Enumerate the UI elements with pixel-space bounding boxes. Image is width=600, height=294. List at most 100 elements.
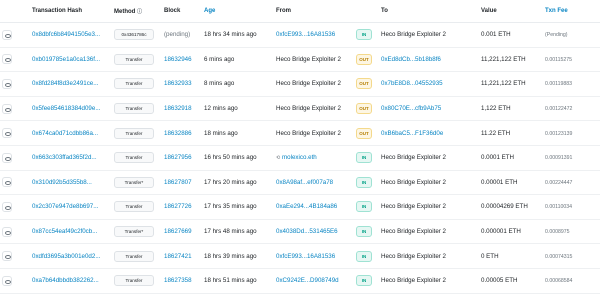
block-number[interactable]: 18627669 <box>164 219 204 245</box>
view-details-cell[interactable] <box>0 120 32 146</box>
table-row: 0xdfd3695a3b001e0d2... Transfer 18627421 18… <box>0 243 600 269</box>
direction-badge: IN <box>356 275 372 287</box>
view-details-cell[interactable] <box>0 47 32 73</box>
tx-hash[interactable]: 0xa7b64dbbdb382262... <box>32 268 114 294</box>
txn-fee: 0.00110034 <box>545 194 600 220</box>
to-address: Heco Bridge Exploiter 2 <box>381 22 481 48</box>
view-details-cell[interactable] <box>0 145 32 171</box>
txn-fee: 0.00123139 <box>545 120 600 146</box>
tx-hash[interactable]: 0x2c307e947de8b697... <box>32 194 114 220</box>
column-header-method[interactable]: Method ⓘ <box>114 0 164 23</box>
tx-hash[interactable]: 0x8dbfc6b84941505e3... <box>32 22 114 48</box>
method-cell: Transfer* <box>114 170 164 196</box>
from-address[interactable]: ⟲ molexico.eth <box>276 145 356 171</box>
from-address[interactable]: 0xfcE993...16A81536 <box>276 22 356 48</box>
view-details-cell[interactable] <box>0 194 32 220</box>
column-header-block[interactable]: Block <box>164 0 204 23</box>
block-number[interactable]: 18632918 <box>164 96 204 122</box>
tx-hash[interactable]: 0xdfd3695a3b001e0d2... <box>32 243 114 269</box>
view-details-cell[interactable] <box>0 268 32 294</box>
from-address[interactable]: 0x8A98af...ef007a78 <box>276 170 356 196</box>
to-address[interactable]: 0x7bE8D8...04552935 <box>381 71 481 97</box>
txn-fee: 0.00122472 <box>545 96 600 122</box>
value: 0.00004269 ETH <box>481 194 545 220</box>
view-details-cell[interactable] <box>0 96 32 122</box>
from-address[interactable]: 0xaEe294...4B184a86 <box>276 194 356 220</box>
eye-icon[interactable] <box>2 29 12 40</box>
column-header-hash[interactable]: Transaction Hash <box>32 0 114 23</box>
column-header-fee[interactable]: Txn Fee <box>545 0 600 23</box>
to-address[interactable]: 0x80C70E...cfb9Ab75 <box>381 96 481 122</box>
block-number[interactable]: 18627956 <box>164 145 204 171</box>
method-badge: Transfer <box>114 78 154 90</box>
method-badge: 0x4361786c <box>114 29 154 41</box>
to-address[interactable]: 0xEd8dCb...5b18b8f6 <box>381 47 481 73</box>
table-row: 0x8dbfc6b84941505e3... 0x4361786c (pending… <box>0 22 600 48</box>
table-row: 0x8fd284f8d3e2491ce... Transfer 18632933 8 … <box>0 71 600 97</box>
block-number[interactable]: 18627726 <box>164 194 204 220</box>
column-header-from[interactable]: From <box>276 0 356 23</box>
eye-icon[interactable] <box>2 177 12 188</box>
direction-badge: IN <box>356 226 372 238</box>
view-details-cell[interactable] <box>0 170 32 196</box>
block-number[interactable]: 18627807 <box>164 170 204 196</box>
txn-fee: 0.00115275 <box>545 47 600 73</box>
tx-hash[interactable]: 0x87cc54eaf49c2f0cb... <box>32 219 114 245</box>
direction-cell: IN <box>356 219 381 245</box>
eye-icon[interactable] <box>2 275 12 286</box>
direction-cell: IN <box>356 170 381 196</box>
tx-hash[interactable]: 0xb019785e1a0ca136f... <box>32 47 114 73</box>
txn-fee: 0.00068584 <box>545 268 600 294</box>
eye-icon[interactable] <box>2 201 12 212</box>
block-number[interactable]: 18632933 <box>164 71 204 97</box>
from-address[interactable]: 0xC9242E...D908749d <box>276 268 356 294</box>
direction-badge: IN <box>356 29 372 41</box>
view-details-cell[interactable] <box>0 243 32 269</box>
age: 12 mins ago <box>204 96 276 122</box>
eye-icon[interactable] <box>2 226 12 237</box>
tx-hash[interactable]: 0x310d92b5d355b8... <box>32 170 114 196</box>
column-header-age[interactable]: Age <box>204 0 276 23</box>
eye-icon[interactable] <box>2 103 12 114</box>
direction-badge: OUT <box>356 127 372 139</box>
eye-icon[interactable] <box>2 128 12 139</box>
eye-icon[interactable] <box>2 78 12 89</box>
eye-icon[interactable] <box>2 251 12 262</box>
method-cell: Transfer <box>114 145 164 171</box>
tx-hash[interactable]: 0x5fee854618384d09e... <box>32 96 114 122</box>
direction-cell: IN <box>356 268 381 294</box>
age: 8 mins ago <box>204 71 276 97</box>
view-details-cell[interactable] <box>0 219 32 245</box>
from-address[interactable]: 0xfcE993...16A81536 <box>276 243 356 269</box>
table-header-row: Transaction Hash Method ⓘ Block Age From… <box>0 0 600 23</box>
eye-icon[interactable] <box>2 54 12 65</box>
block-number[interactable]: 18627421 <box>164 243 204 269</box>
eye-column-header <box>0 0 32 23</box>
direction-cell: OUT <box>356 96 381 122</box>
table-row: 0x663c303ffad365f2d... Transfer 18627956 16… <box>0 145 600 171</box>
column-header-value[interactable]: Value <box>481 0 545 23</box>
from-address[interactable]: 0x4038Dd...531465E6 <box>276 219 356 245</box>
table-row: 0xa7b64dbbdb382262... Transfer 18627358 18 … <box>0 268 600 294</box>
block-number[interactable]: 18632946 <box>164 47 204 73</box>
block-number[interactable]: 18627358 <box>164 268 204 294</box>
from-address: Heco Bridge Exploiter 2 <box>276 96 356 122</box>
eye-icon[interactable] <box>2 152 12 163</box>
tx-hash[interactable]: 0x674ca0d71cdbb86a... <box>32 120 114 146</box>
block-number[interactable]: 18632886 <box>164 120 204 146</box>
to-address: Heco Bridge Exploiter 2 <box>381 145 481 171</box>
value: 1,122 ETH <box>481 96 545 122</box>
value: 11,221,122 ETH <box>481 47 545 73</box>
direction-badge: IN <box>356 201 372 213</box>
value: 0.000001 ETH <box>481 219 545 245</box>
tx-hash[interactable]: 0x663c303ffad365f2d... <box>32 145 114 171</box>
to-address: Heco Bridge Exploiter 2 <box>381 243 481 269</box>
age: 16 hrs 50 mins ago <box>204 145 276 171</box>
to-address[interactable]: 0xB6baC5...F1F36d0e <box>381 120 481 146</box>
column-header-to[interactable]: To <box>381 0 481 23</box>
view-details-cell[interactable] <box>0 22 32 48</box>
view-details-cell[interactable] <box>0 71 32 97</box>
tx-hash[interactable]: 0x8fd284f8d3e2491ce... <box>32 71 114 97</box>
method-cell: Transfer <box>114 268 164 294</box>
direction-cell: IN <box>356 22 381 48</box>
